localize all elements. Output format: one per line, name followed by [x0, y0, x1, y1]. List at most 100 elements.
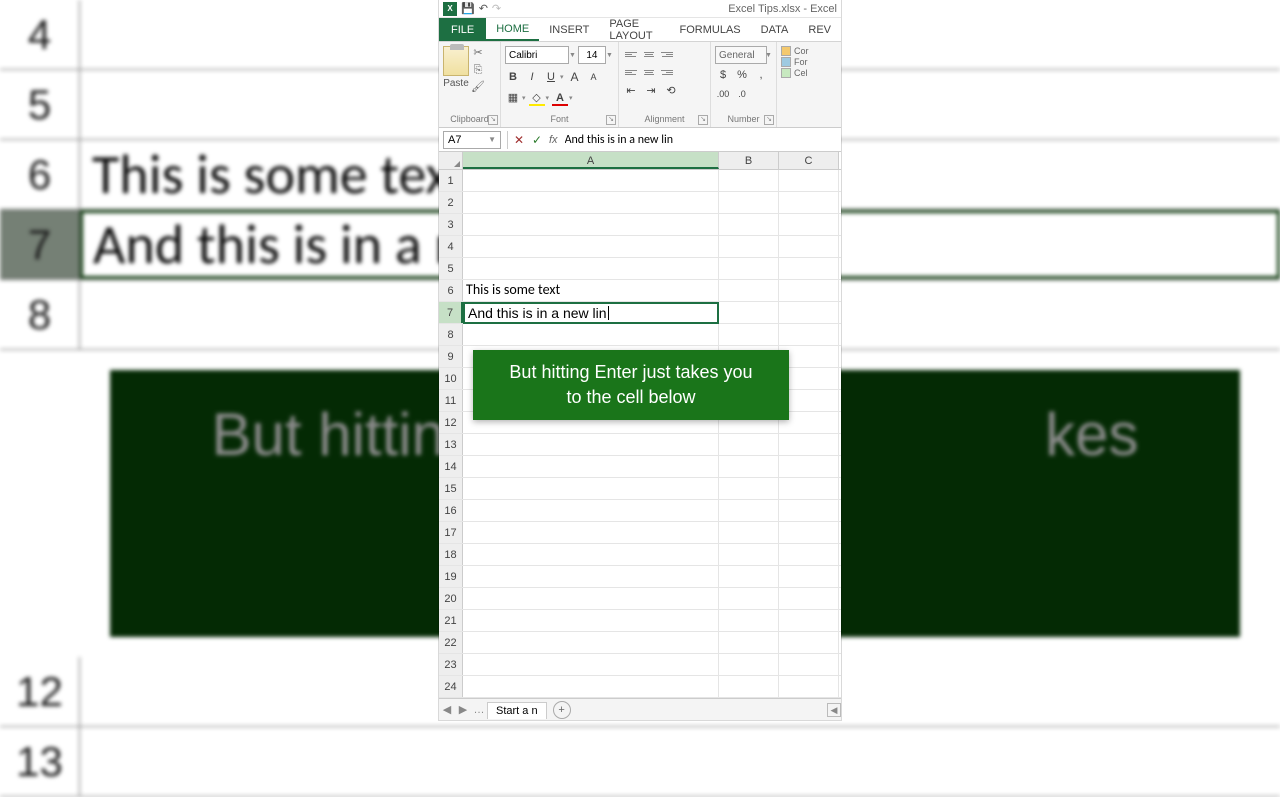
row-header[interactable]: 9 [439, 346, 463, 367]
row-header[interactable]: 5 [439, 258, 463, 279]
row-header[interactable]: 24 [439, 676, 463, 697]
group-font: ▼ ▼ B I U ▾ A A ▦ ▾ ◇ ▾ A [501, 42, 619, 127]
row-header[interactable]: 22 [439, 632, 463, 653]
row-header[interactable]: 20 [439, 588, 463, 609]
alignment-launcher-icon[interactable]: ↘ [698, 115, 708, 125]
name-box[interactable]: A7 ▼ [443, 131, 501, 149]
col-header-c[interactable]: C [779, 152, 839, 169]
sheet-more-icon[interactable]: … [471, 704, 487, 716]
row-header[interactable]: 17 [439, 522, 463, 543]
tab-insert[interactable]: INSERT [539, 18, 599, 41]
row-header[interactable]: 6 [439, 280, 463, 301]
decrease-indent-icon[interactable]: ⇤ [623, 83, 639, 99]
formula-input[interactable] [561, 131, 841, 149]
chevron-down-icon[interactable]: ▼ [488, 135, 496, 144]
tab-review[interactable]: REV [798, 18, 841, 41]
col-header-a[interactable]: A [463, 152, 719, 169]
clipboard-launcher-icon[interactable]: ↘ [488, 115, 498, 125]
chevron-down-icon[interactable]: ▼ [765, 52, 772, 59]
format-painter-icon[interactable]: 🖌 [471, 80, 485, 94]
chevron-down-icon[interactable]: ▾ [560, 73, 564, 81]
paste-button[interactable]: Paste [443, 46, 469, 89]
borders-icon[interactable]: ▦ [505, 90, 521, 106]
row-header[interactable]: 1 [439, 170, 463, 191]
redo-icon[interactable]: ↷ [492, 2, 501, 15]
tab-page-layout[interactable]: PAGE LAYOUT [599, 18, 669, 41]
percent-icon[interactable]: % [734, 67, 750, 83]
tab-home[interactable]: HOME [486, 18, 539, 41]
align-middle-icon[interactable] [641, 46, 657, 62]
fx-icon[interactable]: fx [549, 134, 558, 146]
enter-icon[interactable]: ✓ [528, 133, 546, 147]
cancel-icon[interactable]: ✕ [510, 133, 528, 147]
align-center-icon[interactable] [641, 64, 657, 80]
comma-icon[interactable]: , [753, 67, 769, 83]
italic-button[interactable]: I [524, 69, 540, 85]
row-header[interactable]: 7 [439, 302, 463, 323]
accounting-icon[interactable]: $ [715, 67, 731, 83]
align-left-icon[interactable] [623, 64, 639, 80]
bold-button[interactable]: B [505, 69, 521, 85]
row-header[interactable]: 4 [439, 236, 463, 257]
row-header[interactable]: 15 [439, 478, 463, 499]
align-bottom-icon[interactable] [659, 46, 675, 62]
sheet-tab[interactable]: Start a n [487, 702, 547, 719]
undo-icon[interactable]: ↶ [479, 2, 488, 15]
sheet-nav-next-icon[interactable]: ▶ [455, 703, 471, 716]
row-header[interactable]: 14 [439, 456, 463, 477]
spreadsheet-grid[interactable]: A B C 1 2 3 4 5 6This is some text 7 8 9… [439, 152, 841, 698]
group-number: ▼ $ % , .00 .0 Number ↘ [711, 42, 777, 127]
select-all-corner[interactable] [439, 152, 463, 169]
font-launcher-icon[interactable]: ↘ [606, 115, 616, 125]
orientation-icon[interactable]: ⟲ [663, 83, 679, 99]
conditional-formatting-button[interactable]: Cor [781, 46, 809, 56]
increase-indent-icon[interactable]: ⇥ [643, 83, 659, 99]
font-size-input[interactable] [578, 46, 606, 64]
font-color-icon[interactable]: A [552, 90, 568, 106]
save-icon[interactable]: 💾 [461, 2, 475, 15]
align-top-icon[interactable] [623, 46, 639, 62]
row-header[interactable]: 10 [439, 368, 463, 389]
column-headers: A B C [439, 152, 841, 170]
new-sheet-button[interactable]: + [553, 701, 571, 719]
col-header-b[interactable]: B [719, 152, 779, 169]
row-header[interactable]: 11 [439, 390, 463, 411]
row-header[interactable]: 23 [439, 654, 463, 675]
chevron-down-icon[interactable]: ▼ [606, 52, 613, 59]
row-header[interactable]: 18 [439, 544, 463, 565]
underline-button[interactable]: U [543, 69, 559, 85]
grow-font-icon[interactable]: A [567, 69, 583, 85]
tab-data[interactable]: DATA [751, 18, 799, 41]
cut-icon[interactable]: ✂ [471, 46, 485, 60]
row-header[interactable]: 19 [439, 566, 463, 587]
copy-icon[interactable]: ⎘ [471, 63, 485, 77]
row-header[interactable]: 8 [439, 324, 463, 345]
number-launcher-icon[interactable]: ↘ [764, 115, 774, 125]
group-cells: Cor For Cel [777, 42, 841, 127]
row-header[interactable]: 2 [439, 192, 463, 213]
align-right-icon[interactable] [659, 64, 675, 80]
cell-a7-editing[interactable]: And this is in a new lin [463, 302, 719, 324]
text-cursor [608, 306, 609, 320]
hscroll-left-icon[interactable]: ◀ [827, 703, 841, 717]
title-bar: X 💾 ↶ ↷ Excel Tips.xlsx - Excel [439, 0, 841, 18]
chevron-down-icon[interactable]: ▼ [569, 52, 576, 59]
format-table-button[interactable]: For [781, 57, 809, 67]
tab-formulas[interactable]: FORMULAS [670, 18, 751, 41]
number-format-select[interactable] [715, 46, 767, 64]
row-header[interactable]: 3 [439, 214, 463, 235]
increase-decimal-icon[interactable]: .00 [715, 86, 731, 102]
sheet-nav-prev-icon[interactable]: ◀ [439, 703, 455, 716]
row-header[interactable]: 21 [439, 610, 463, 631]
row-header[interactable]: 12 [439, 412, 463, 433]
cell-styles-button[interactable]: Cel [781, 68, 809, 78]
cell-a6[interactable]: This is some text [463, 280, 719, 301]
fill-color-icon[interactable]: ◇ [529, 90, 545, 106]
row-header[interactable]: 16 [439, 500, 463, 521]
tab-file[interactable]: FILE [439, 18, 486, 41]
window-title: Excel Tips.xlsx - Excel [728, 3, 837, 15]
decrease-decimal-icon[interactable]: .0 [734, 86, 750, 102]
shrink-font-icon[interactable]: A [586, 69, 602, 85]
row-header[interactable]: 13 [439, 434, 463, 455]
font-name-input[interactable] [505, 46, 569, 64]
